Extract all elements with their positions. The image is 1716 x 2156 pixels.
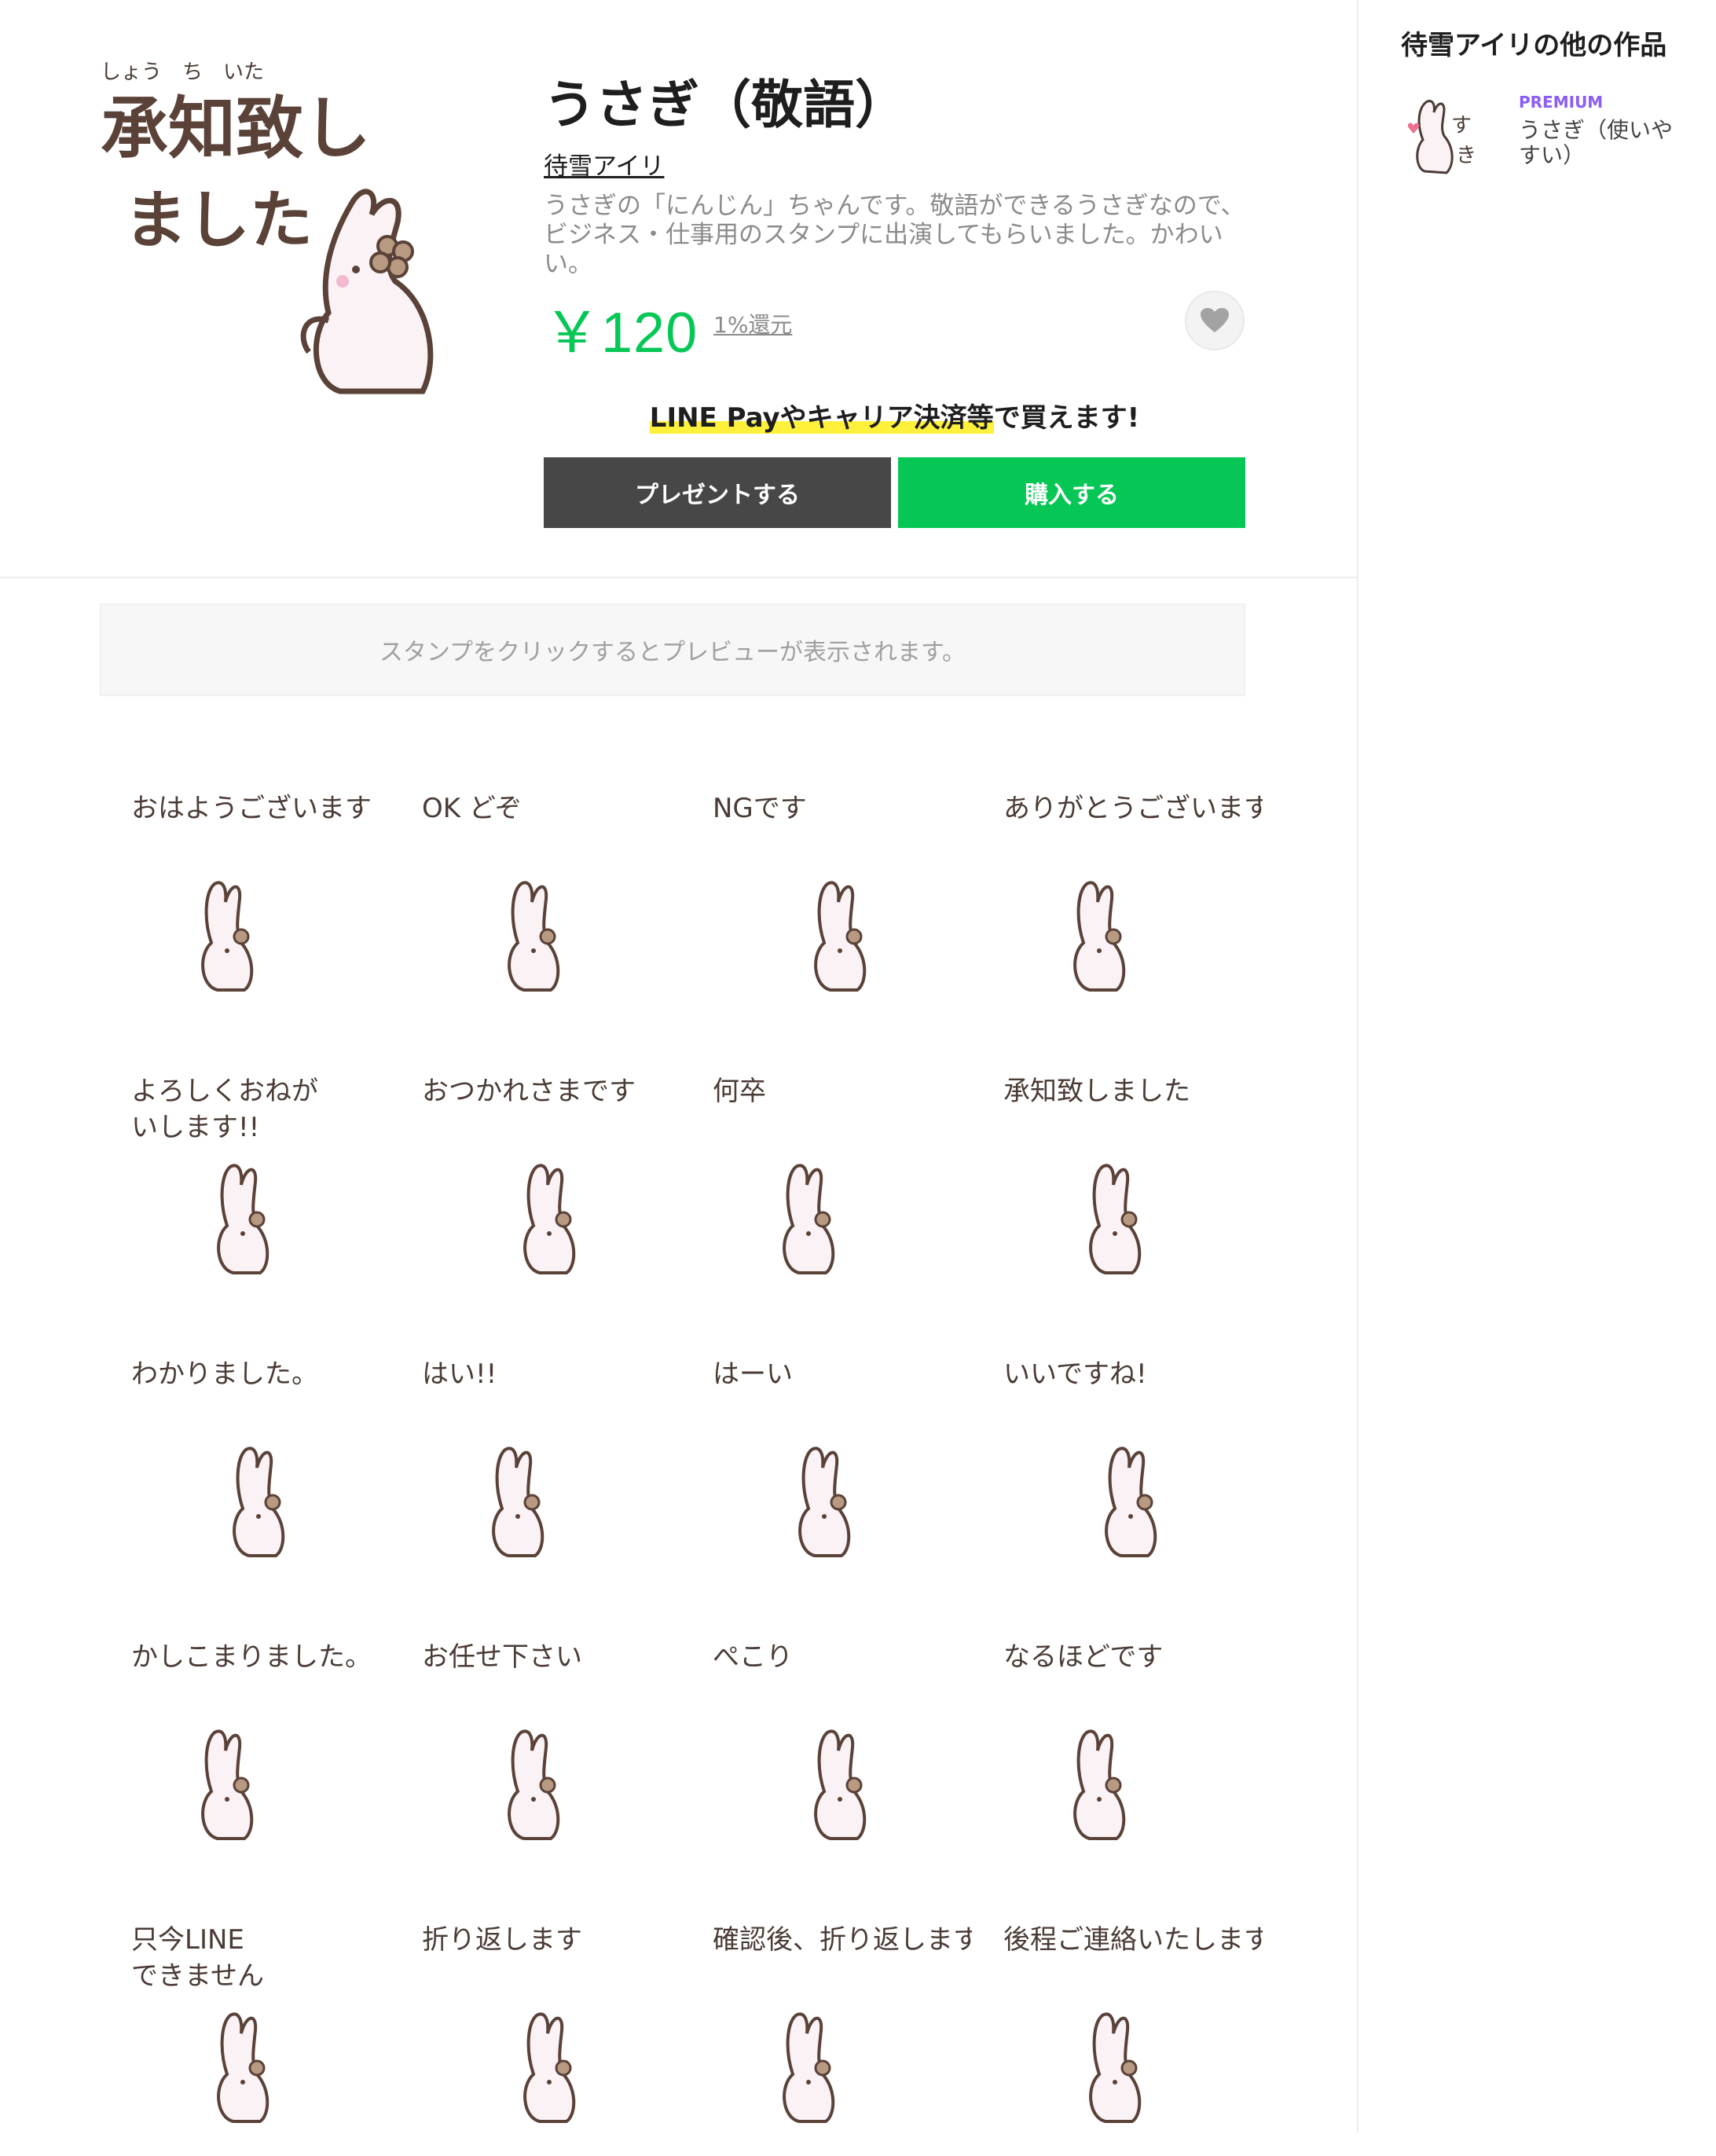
sticker-item[interactable]: 折り返します [390, 1870, 681, 2153]
flower-icon [248, 2059, 266, 2077]
sticker-caption: わかりました。 [131, 1358, 318, 1390]
sticker-description: うさぎの「にんじん」ちゃんです。敬語ができるうさぎなので、ビジネス・仕事用のスタ… [544, 192, 1245, 278]
cashback-link[interactable]: 1%還元 [713, 308, 792, 339]
payment-note-rest: で買えます! [993, 402, 1140, 434]
sticker-caption: なるほどです [1003, 1641, 1163, 1673]
rabbit-icon [1416, 100, 1454, 174]
main-sticker-image: しょう ち いた 承知致し ました [93, 46, 482, 395]
sticker-caption: ぺこり [713, 1641, 793, 1673]
flower-icon [1105, 928, 1122, 945]
sticker-item[interactable]: いいですね! [972, 1304, 1263, 1587]
flower-icon [845, 1776, 863, 1794]
main-content: しょう ち いた 承知致し ました うさぎ（敬語） 待雪アイリ うさぎの「にんじ… [0, 0, 1357, 2132]
flower-icon [814, 2059, 831, 2077]
preview-hint: スタンプをクリックするとプレビューが表示されます。 [100, 603, 1245, 696]
flower-icon [264, 1494, 281, 1511]
sticker-item[interactable]: わかりました。 [100, 1304, 390, 1587]
sticker-caption: はーい [713, 1358, 793, 1390]
related-sticker-name: うさぎ（使いやすい） [1519, 117, 1674, 168]
hero-caption-line2: ました [124, 184, 313, 257]
flower-icon [233, 928, 250, 945]
sticker-item[interactable]: はーい [681, 1304, 972, 1587]
flower-icon [555, 2059, 572, 2077]
sticker-caption: 折り返します [422, 1924, 582, 1956]
flower-icon [233, 1776, 250, 1794]
flower-icon [1120, 1211, 1138, 1228]
sticker-caption: OK どぞ [422, 793, 522, 824]
sticker-caption: 只今LINE [131, 1924, 244, 1956]
sticker-item[interactable]: お任せ下さい [390, 1587, 681, 1870]
related-sticker-item[interactable]: す き PREMIUM うさぎ（使いやすい） [1401, 88, 1700, 190]
sticker-item[interactable]: ありがとうございます [972, 739, 1270, 1021]
sticker-item[interactable]: かしこまりました。 [100, 1587, 390, 1870]
gift-button[interactable]: プレゼントする [544, 457, 891, 528]
sticker-caption: おはようございます [131, 793, 372, 824]
sticker-caption: よろしくおねが [131, 1076, 318, 1107]
flower-icon [248, 1211, 266, 1228]
related-sticker-thumbnail: す き [1401, 93, 1494, 179]
sticker-title: うさぎ（敬語） [544, 75, 907, 135]
rabbit-icon [300, 189, 434, 394]
sticker-caption: おつかれさまです [422, 1076, 636, 1107]
flower-icon [845, 928, 863, 945]
flower-icon [539, 1776, 556, 1794]
sticker-item[interactable]: 只今LINE できません [100, 1870, 390, 2153]
section-divider [0, 577, 1357, 578]
payment-note: LINE Payやキャリア決済等で買えます! [544, 396, 1245, 434]
flower-icon [1136, 1494, 1153, 1511]
flower-icon [1120, 2059, 1138, 2077]
sticker-caption: はい!! [422, 1358, 497, 1390]
author-link[interactable]: 待雪アイリ [544, 146, 664, 182]
flower-icon [555, 1211, 572, 1228]
sticker-caption: 承知致しました [1003, 1076, 1190, 1107]
sticker-item[interactable]: ぺこり [681, 1587, 972, 1870]
sticker-item[interactable]: 後程ご連絡いたします [972, 1870, 1270, 2153]
premium-badge: PREMIUM [1519, 93, 1604, 112]
sticker-item[interactable]: よろしくおねが いします!! [100, 1021, 390, 1304]
sticker-item[interactable]: 承知致しました [972, 1021, 1263, 1304]
sticker-caption: いいですね! [1003, 1358, 1147, 1390]
heart-icon [1201, 308, 1229, 332]
sticker-item[interactable]: おはようございます [100, 739, 390, 1021]
sticker-caption: 後程ご連絡いたします [1003, 1924, 1263, 1956]
sticker-caption: 何卒 [713, 1076, 766, 1107]
sticker-item[interactable]: おつかれさまです [390, 1021, 681, 1304]
sticker-item[interactable]: はい!! [390, 1304, 681, 1587]
sticker-item[interactable]: OK どぞ [390, 739, 681, 1021]
sticker-item[interactable]: なるほどです [972, 1587, 1263, 1870]
sticker-item[interactable]: 確認後、折り返します [681, 1870, 980, 2153]
flower-icon [523, 1494, 541, 1511]
flower-icon [830, 1494, 847, 1511]
sticker-caption: できません [131, 1960, 264, 1992]
svg-text:き: き [1456, 144, 1476, 167]
hero-caption-line1: 承知致し [101, 90, 371, 168]
sidebar: 待雪アイリの他の作品 す き PREMIUM うさぎ（使いやすい） [1357, 0, 1716, 2132]
sticker-caption: 確認後、折り返します [713, 1924, 972, 1956]
sidebar-title: 待雪アイリの他の作品 [1401, 30, 1667, 61]
sticker-caption: ありがとうございます [1003, 793, 1263, 824]
flower-icon [1105, 1776, 1122, 1794]
payment-note-highlight: LINE Payやキャリア決済等 [649, 402, 994, 434]
heart-icon [1407, 123, 1420, 134]
sticker-caption: NGです [713, 793, 807, 824]
sticker-caption: いします!! [131, 1112, 259, 1143]
favorite-button[interactable] [1185, 291, 1245, 350]
price: ￥120 [544, 302, 698, 365]
flower-icon [814, 1211, 831, 1228]
hero-ruby: しょう ち いた [101, 60, 264, 84]
sticker-caption: かしこまりました。 [131, 1641, 372, 1673]
sticker-caption: お任せ下さい [422, 1641, 582, 1673]
sticker-item[interactable]: 何卒 [681, 1021, 972, 1304]
flower-icon [539, 928, 556, 945]
svg-text:す: す [1451, 114, 1472, 138]
buy-button[interactable]: 購入する [898, 457, 1245, 528]
sticker-item[interactable]: NGです [681, 739, 972, 1021]
